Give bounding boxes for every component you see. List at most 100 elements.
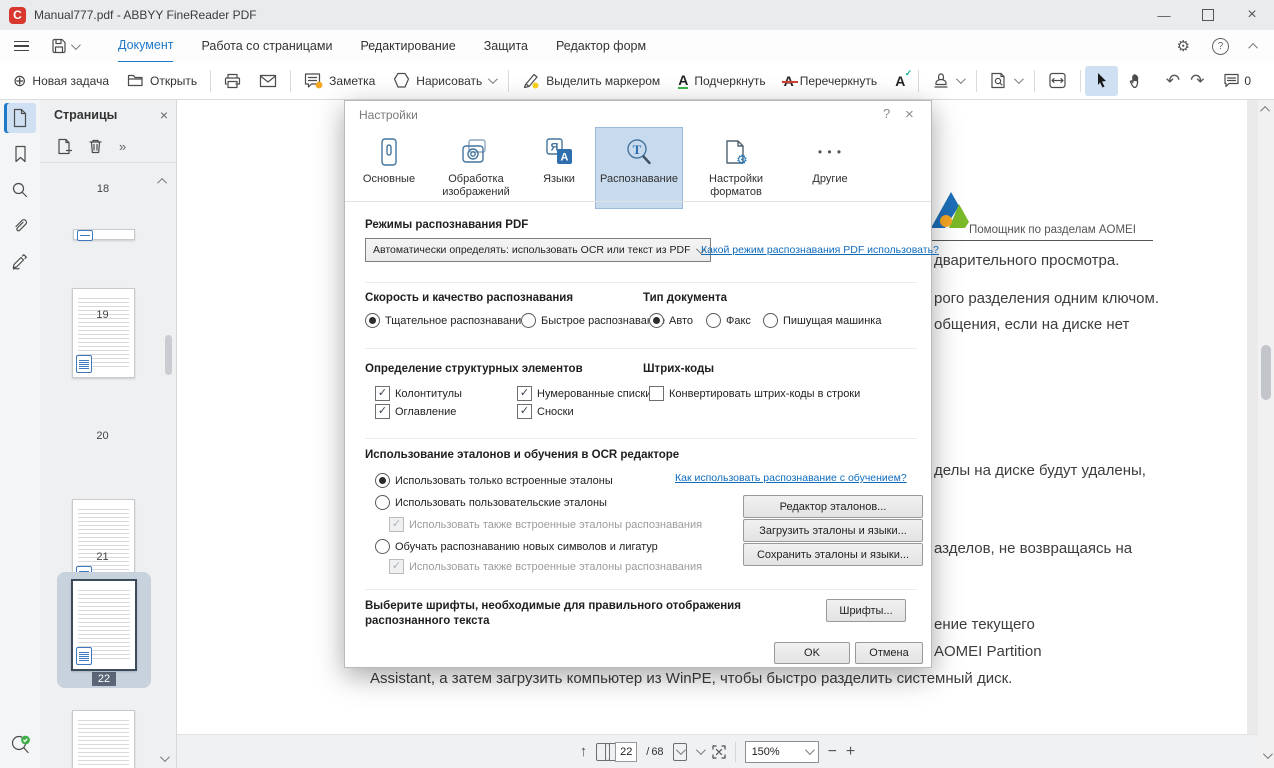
pdf-mode-dropdown[interactable]: Автоматически определять: использовать O… [365,238,711,262]
checkbox-also-builtin-1[interactable]: Использовать также встроенные эталоны ра… [389,517,702,532]
comments-button[interactable]: 0 [1214,66,1260,96]
menu-item-document[interactable]: Документ [118,29,173,63]
radio-doc-type-auto[interactable]: Авто [649,313,693,328]
zoom-out-button[interactable]: − [828,743,837,761]
help-icon[interactable]: ? [1212,38,1229,55]
spellcheck-button[interactable]: А [886,66,914,96]
search-document-button[interactable] [981,66,1030,96]
checkbox-headers-footers[interactable]: Колонтитулы [375,386,462,401]
zoom-select[interactable]: 150% [745,741,819,763]
maximize-button[interactable] [1186,0,1230,30]
radio-doc-type-typewriter[interactable]: Пишущая машинка [763,313,881,328]
panel-close-icon[interactable]: × [160,107,168,123]
pdf-mode-help-link[interactable]: Какой режим распознавания PDF использова… [701,244,939,256]
radio-doc-type-fax[interactable]: Факс [706,313,751,328]
thumbnail-page-19[interactable] [72,288,135,378]
convert-document-button[interactable] [1039,66,1076,96]
open-button[interactable]: Открыть [118,66,206,96]
signature-panel-button[interactable] [4,247,36,277]
scroll-up-icon[interactable] [1260,106,1270,116]
pattern-editor-button[interactable]: Редактор эталонов... [743,495,923,518]
previous-page-icon[interactable]: ↑ [580,743,588,760]
tab-format-settings[interactable]: ⚙ Настройки форматов [689,127,783,209]
cursor-arrow-icon [1094,72,1109,89]
dialog-help-icon[interactable]: ? [883,106,890,121]
menu-item-form-editor[interactable]: Редактор форм [556,30,646,62]
load-patterns-button[interactable]: Загрузить эталоны и языки... [743,519,923,542]
save-patterns-button[interactable]: Сохранить эталоны и языки... [743,543,923,566]
underline-button[interactable]: А Подчеркнуть [669,66,774,96]
tab-other[interactable]: • • • Другие [789,127,871,209]
radio-thorough-recognition[interactable]: Тщательное распознавание [365,313,527,328]
select-tool-button[interactable] [1085,66,1118,96]
radio-user-patterns[interactable]: Использовать пользовательские эталоны [375,495,607,510]
checkbox-also-builtin-2[interactable]: Использовать также встроенные эталоны ра… [389,559,702,574]
cancel-button[interactable]: Отмена [855,642,923,664]
section-title-barcodes: Штрих-коды [643,363,714,375]
training-help-link[interactable]: Как использовать распознавание с обучени… [675,472,907,484]
thumbnail-page-21[interactable] [72,710,135,768]
undo-button[interactable]: ↶ [1166,71,1180,91]
thumbnail-page-18[interactable] [73,229,135,240]
thumbnail-page-22[interactable] [71,579,137,671]
page-nav-dropdown-icon[interactable] [696,745,706,755]
delete-page-button[interactable] [88,138,103,154]
bookmarks-panel-button[interactable] [4,139,36,169]
settings-gear-icon[interactable]: ⚙ [1177,37,1190,55]
ok-button[interactable]: OK [774,642,850,664]
close-button[interactable]: × [1230,0,1274,30]
tab-recognition[interactable]: T Распознавание [595,127,683,209]
dialog-close-icon[interactable]: × [905,106,914,123]
current-page-input[interactable]: 22 [615,742,637,762]
minimize-button[interactable]: — [1142,0,1186,30]
radio-icon [375,539,390,554]
collapse-ribbon-icon[interactable] [1248,42,1258,52]
panel-scroll-down-icon[interactable] [160,752,170,762]
scrollbar-thumb[interactable] [1261,345,1271,400]
recognition-status-button[interactable] [9,733,33,757]
separator [365,589,917,590]
redo-button[interactable]: ↷ [1190,71,1204,91]
zoom-in-button[interactable]: + [846,743,855,761]
stamp-dropdown-chevron-icon [956,74,966,84]
add-page-button[interactable] [56,138,72,155]
pages-panel: Страницы × » 18 19 20 [40,100,177,768]
hand-tool-button[interactable] [1118,66,1153,96]
fit-screen-icon[interactable] [712,745,726,759]
tab-general[interactable]: Основные [355,127,423,209]
panel-scrollbar-thumb[interactable] [165,335,172,375]
strikethrough-button[interactable]: А Перечеркнуть [775,66,887,96]
thumbnail-page-22-selected[interactable]: 22 [57,572,151,688]
save-button[interactable] [51,38,67,54]
stamp-button[interactable] [923,66,972,96]
draw-button[interactable]: Нарисовать [384,66,504,96]
radio-builtin-patterns[interactable]: Использовать только встроенные эталоны [375,473,613,488]
tab-languages[interactable]: ЯA Языки [529,127,589,209]
tab-image-processing[interactable]: Обработка изображений [429,127,523,209]
hamburger-menu-icon[interactable] [14,41,29,52]
new-task-button[interactable]: ⊕ Новая задача [4,66,118,96]
document-scrollbar[interactable] [1258,100,1274,768]
checkbox-table-of-contents[interactable]: Оглавление [375,404,456,419]
email-button[interactable] [250,66,286,96]
checkbox-convert-barcodes[interactable]: Конвертировать штрих-коды в строки [649,386,860,401]
note-button[interactable]: Заметка [295,66,384,96]
fonts-button[interactable]: Шрифты... [826,599,906,622]
radio-train-new-characters[interactable]: Обучать распознаванию новых символов и л… [375,539,658,554]
pages-panel-button[interactable] [4,103,36,133]
attachments-panel-button[interactable] [4,211,36,241]
menu-item-protect[interactable]: Защита [484,30,528,62]
search-panel-button[interactable] [4,175,36,205]
print-button[interactable] [215,66,250,96]
scroll-down-icon[interactable] [1263,749,1273,759]
radio-fast-recognition[interactable]: Быстрое распознавание [521,313,665,328]
menu-item-edit[interactable]: Редактирование [360,30,455,62]
checkbox-numbered-lists[interactable]: Нумерованные списки [517,386,651,401]
checkbox-footnotes[interactable]: Сноски [517,404,574,419]
menu-item-pages[interactable]: Работа со страницами [201,30,332,62]
next-page-icon[interactable] [673,743,687,761]
panel-more-icon[interactable]: » [119,139,126,154]
highlight-button[interactable]: Выделить маркером [513,66,669,96]
panel-scroll-up-icon[interactable] [157,178,167,188]
save-dropdown-chevron-icon[interactable] [71,40,81,50]
